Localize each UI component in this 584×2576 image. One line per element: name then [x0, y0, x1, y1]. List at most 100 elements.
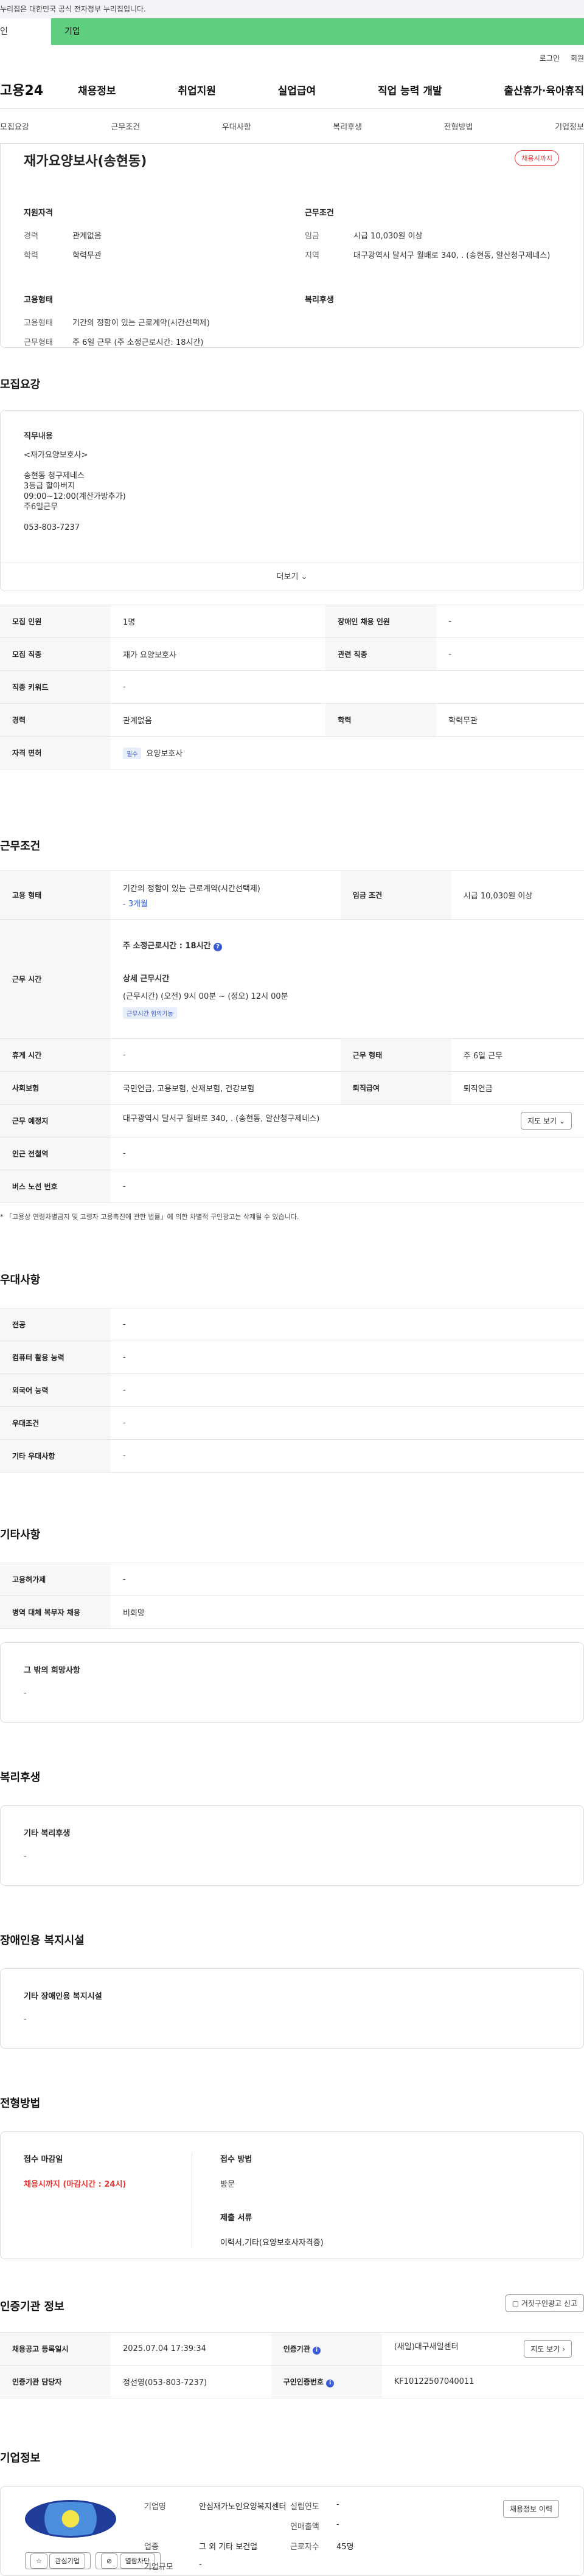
- desc-line: <재가요양보호사>: [24, 451, 88, 460]
- gnb-item-parental-leave[interactable]: 출산휴가·육아휴직: [504, 82, 584, 97]
- cell-label: 구인인증번호: [283, 2377, 324, 2386]
- weekly-hours: 주 소정근로시간 : 18시간: [123, 942, 211, 951]
- deadline-badge: 채용시까지: [515, 150, 559, 166]
- cell-value: -: [111, 1038, 341, 1072]
- cell-value: 국민연금, 고용보험, 산재보험, 건강보험: [111, 1071, 341, 1105]
- desc-line: 3등급 할아버지: [24, 482, 75, 491]
- gov-banner: 누리집은 대한민국 공식 전자정부 누리집입니다.: [0, 0, 584, 18]
- gnb-item-jobs[interactable]: 채용정보: [78, 82, 116, 97]
- cell-value: -: [111, 1137, 584, 1170]
- cell-value: 1명: [111, 605, 326, 638]
- cell-value: 시급 10,030원 이상: [451, 870, 584, 920]
- cell-value: -: [111, 1308, 584, 1341]
- cell-value: 대구광역시 달서구 월배로 340, . (송현동, 알산청구제네스): [123, 1114, 320, 1123]
- org-map-button[interactable]: 지도 보기 ›: [524, 2340, 572, 2358]
- disabled-section-title: 장애인용 복지시설: [0, 1934, 85, 1947]
- lnb-item-pref[interactable]: 우대사항: [222, 120, 251, 132]
- cell-value: 주 6일 근무: [451, 1038, 584, 1072]
- info-icon[interactable]: i: [326, 2379, 335, 2387]
- cell-label: 휴게 시간: [0, 1038, 111, 1072]
- cell-value: -: [111, 1563, 584, 1596]
- report-button[interactable]: ▢ 거짓구인광고 신고: [505, 2294, 584, 2312]
- disabled-box: 기타 장애인용 복지시설 -: [0, 1968, 584, 2049]
- cert-section-title: 인증기관 정보: [0, 2300, 64, 2313]
- more-button[interactable]: 더보기 ⌄: [1, 563, 583, 591]
- qual-heading: 지원자격: [24, 209, 53, 218]
- cell-label: 고용 형태: [0, 870, 111, 920]
- gnb-item-unemployment[interactable]: 실업급여: [278, 82, 316, 97]
- box-heading: 기타 장애인용 복지시설: [24, 1992, 102, 2001]
- pref-section-title: 우대사항: [0, 1274, 41, 1286]
- lnb-item-apply[interactable]: 전형방법: [444, 120, 473, 132]
- map-button[interactable]: 지도 보기 ⌄: [521, 1112, 572, 1130]
- etc-section-title: 기타사항: [0, 1529, 41, 1541]
- apply-card: 접수 마감일 채용시까지 (마감시간 : 24시) 접수 방법 방문 제출 서류…: [0, 2131, 584, 2259]
- negotiable-tag: 근무시간 협의가능: [123, 1007, 177, 1019]
- emptype-value: 기간의 정함이 있는 근로계약(시간선택제): [72, 319, 210, 328]
- login-link[interactable]: 로그인: [540, 53, 560, 63]
- favorite-button[interactable]: ☆ 관심기업: [25, 2552, 91, 2569]
- history-button[interactable]: 채용정보 이력: [502, 2500, 559, 2518]
- career-label: 경력: [24, 232, 38, 241]
- info-icon[interactable]: i: [313, 2346, 321, 2355]
- deadline-value: 채용시까지 (마감시간 : 24시): [24, 2180, 127, 2189]
- section-nav: 모집요강 근무조건 우대사항 복리후생 전형방법 기업정보: [0, 108, 584, 144]
- site-logo[interactable]: 고용24: [0, 80, 78, 99]
- method-value: 방문: [220, 2180, 235, 2189]
- cell-value: KF10122507040011: [381, 2365, 584, 2398]
- cell-label: 인증기관 담당자: [0, 2365, 111, 2398]
- method-heading: 접수 방법: [220, 2155, 252, 2164]
- emp-heading: 고용형태: [24, 296, 53, 305]
- top-tabbar: 인 기업: [0, 18, 584, 45]
- desc-line: 주6일근무: [24, 502, 58, 512]
- cell-label: 장애인 채용 인원: [325, 605, 437, 638]
- welfare-box: 기타 복리후생 -: [0, 1805, 584, 1886]
- company-name: 안심재가노인요양복지센터: [199, 2502, 287, 2512]
- cell-label: 관련 직종: [325, 637, 437, 671]
- cell-value: 퇴직연금: [451, 1071, 584, 1105]
- cell-label: 경력: [0, 703, 111, 737]
- info-icon[interactable]: ?: [214, 943, 223, 951]
- gnb-item-training[interactable]: 직업 능력 개발: [378, 82, 442, 97]
- cell-value: -: [111, 670, 584, 704]
- global-nav: 고용24 채용정보 취업지원 실업급여 직업 능력 개발 출산휴가·육아휴직: [0, 71, 584, 108]
- star-icon: ☆: [30, 2553, 47, 2569]
- company-section-title: 기업정보: [0, 2452, 41, 2465]
- lnb-item-work[interactable]: 근무조건: [111, 120, 140, 132]
- info-value: -: [336, 2520, 339, 2529]
- cell-label: 근무 시간: [0, 919, 111, 1039]
- info-value: -: [336, 2500, 339, 2509]
- legal-note: * 「고용상 연령차별금지 및 고령자 고용촉진에 관한 법률」에 의한 차별적…: [0, 1213, 299, 1221]
- info-label: 근로자수: [290, 2543, 319, 2552]
- chevron-down-icon: ⌄: [301, 572, 308, 582]
- box-value: -: [24, 1689, 27, 1698]
- tab-personal[interactable]: 인: [0, 18, 51, 45]
- tab-company[interactable]: 기업: [51, 18, 584, 45]
- info-label: 기업규모: [144, 2563, 173, 2572]
- cell-label: 우대조건: [0, 1406, 111, 1440]
- deadline-heading: 접수 마감일: [24, 2155, 63, 2164]
- cell-value: -: [111, 1170, 584, 1203]
- welfare-section-title: 복리후생: [0, 1771, 41, 1784]
- work-section-title: 근무조건: [0, 840, 41, 853]
- cell-value: -: [436, 605, 584, 638]
- cell-label: 컴퓨터 활용 능력: [0, 1341, 111, 1374]
- recruit-table: 모집 인원 1명 장애인 채용 인원 - 모집 직종 재가 요양보호사 관련 직…: [0, 605, 584, 769]
- wage-value: 시급 10,030원 이상: [353, 232, 423, 241]
- gnb-item-employment-support[interactable]: 취업지원: [178, 82, 216, 97]
- emptype-label: 고용형태: [24, 319, 53, 328]
- contract-period: - 3개월: [123, 899, 148, 909]
- cell-label: 병역 대체 복무자 채용: [0, 1595, 111, 1629]
- cell-label: 인증기관: [283, 2344, 310, 2353]
- lnb-item-welfare[interactable]: 복리후생: [333, 120, 362, 132]
- lnb-item-recruit[interactable]: 모집요강: [0, 120, 29, 132]
- worktype-label: 근무형태: [24, 338, 53, 347]
- cell-label: 근무 형태: [340, 1038, 451, 1072]
- cell-value: -: [436, 637, 584, 671]
- join-link[interactable]: 회원: [571, 53, 584, 63]
- wage-label: 임금: [305, 232, 319, 241]
- apply-section-title: 전형방법: [0, 2097, 41, 2110]
- report-icon: ▢: [512, 2299, 520, 2308]
- docs-heading: 제출 서류: [220, 2213, 252, 2223]
- lnb-item-company[interactable]: 기업정보: [555, 120, 584, 132]
